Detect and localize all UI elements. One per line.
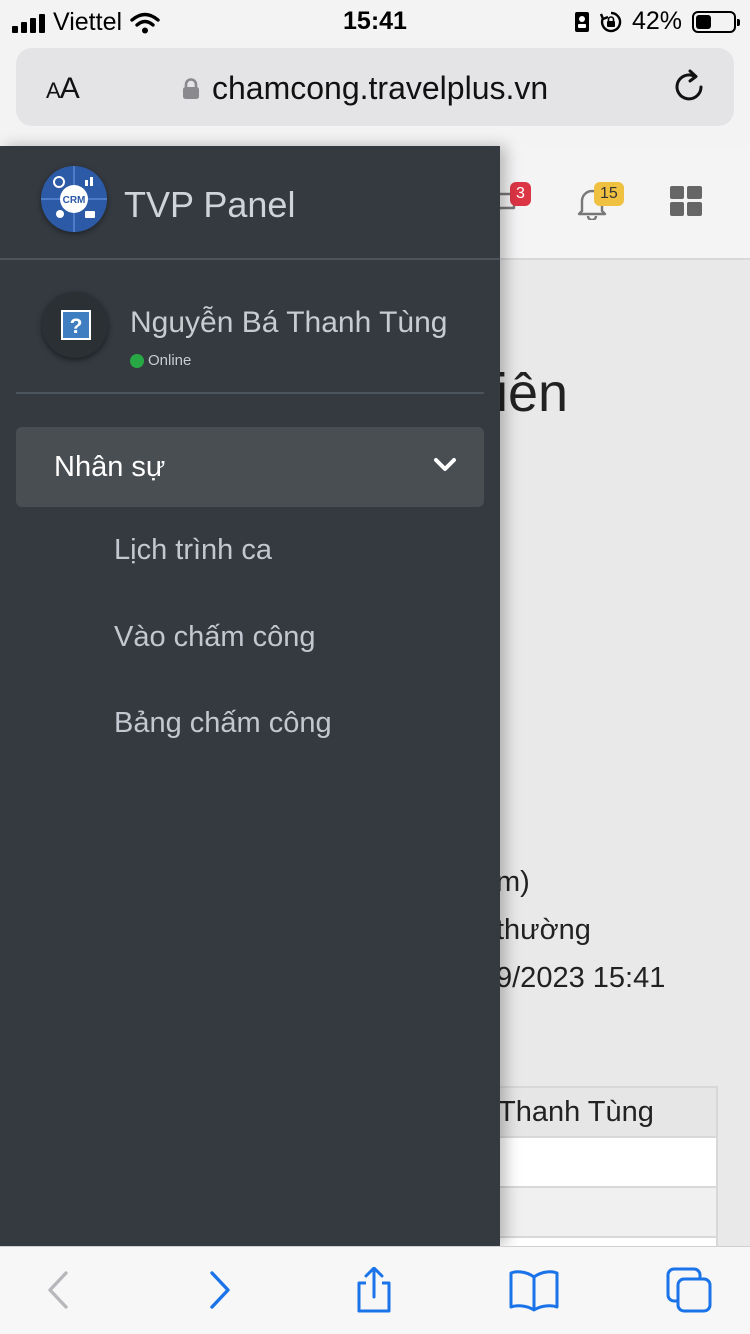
bookmarks-icon[interactable] <box>508 1267 560 1313</box>
user-name[interactable]: Nguyễn Bá Thanh Tùng <box>130 306 447 340</box>
brand-link[interactable]: CRM TVP Panel <box>0 146 500 260</box>
browser-toolbar <box>0 1246 750 1334</box>
page-text-line: 9/2023 15:41 <box>496 962 666 994</box>
page-text-line: thường <box>496 914 591 946</box>
message-badge: 3 <box>510 182 531 206</box>
battery-icon <box>692 10 740 33</box>
status-right: 42% <box>574 7 740 36</box>
page-text-line: m) <box>496 866 530 898</box>
table-row <box>498 1238 716 1246</box>
user-status: Online <box>130 352 191 369</box>
forward-icon[interactable] <box>196 1267 240 1313</box>
browser-address-area: AA chamcong.travelplus.vn <box>0 40 750 146</box>
table-row <box>498 1188 716 1238</box>
online-dot-icon <box>130 353 144 368</box>
back-icon[interactable] <box>38 1267 82 1313</box>
reload-icon[interactable] <box>670 68 708 106</box>
page-title-fragment: iên <box>496 363 569 423</box>
menu-item-vao-cham-cong[interactable]: Vào chấm công <box>114 621 316 654</box>
id-card-icon <box>574 11 589 32</box>
address-bar[interactable]: AA chamcong.travelplus.vn <box>16 48 734 126</box>
brand-name: TVP Panel <box>124 184 296 225</box>
svg-text:CRM: CRM <box>63 195 86 206</box>
menu-item-bang-cham-cong[interactable]: Bảng chấm công <box>114 707 332 740</box>
user-status-label: Online <box>148 352 192 369</box>
menu-item-lich-trinh-ca[interactable]: Lịch trình ca <box>114 534 272 567</box>
status-bar: Viettel 15:41 42% <box>0 0 750 40</box>
menu-group-nhan-su[interactable]: Nhân sự <box>16 427 484 507</box>
battery-percent: 42% <box>631 7 682 35</box>
table-cell: Thanh Tùng <box>498 1088 716 1138</box>
user-panel[interactable]: ? Nguyễn Bá Thanh Tùng Online <box>16 262 484 394</box>
chevron-down-icon <box>434 458 456 471</box>
orientation-lock-icon <box>599 11 622 32</box>
apps-grid-icon[interactable] <box>670 186 702 216</box>
menu-group-label: Nhân sự <box>54 451 166 483</box>
table-row <box>498 1138 716 1188</box>
tabs-icon[interactable] <box>664 1267 714 1313</box>
notification-badge: 15 <box>594 182 624 206</box>
battery-fill <box>696 14 712 29</box>
url-text[interactable]: chamcong.travelplus.vn <box>212 70 548 107</box>
avatar: ? <box>42 292 108 358</box>
svg-text:?: ? <box>70 315 83 338</box>
text-size-button[interactable]: AA <box>46 72 80 106</box>
share-icon[interactable] <box>352 1267 396 1313</box>
data-table: Thanh Tùng <box>496 1086 718 1246</box>
lock-icon <box>183 78 199 99</box>
brand-logo: CRM <box>41 166 107 232</box>
question-icon: ? <box>61 310 91 340</box>
sidebar: CRM TVP Panel ? Nguyễn Bá Thanh Tùng Onl… <box>0 146 500 1246</box>
